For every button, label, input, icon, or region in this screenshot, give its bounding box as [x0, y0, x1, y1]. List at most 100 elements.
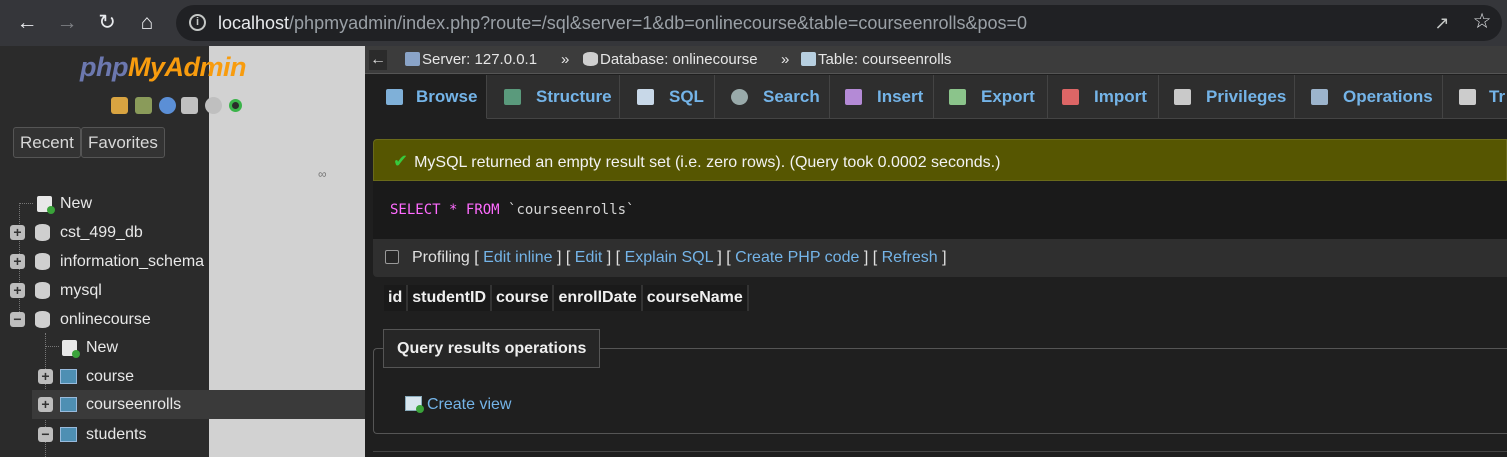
tab-tracking[interactable]: Tr: [1443, 75, 1507, 119]
expand-icon[interactable]: +: [38, 397, 53, 412]
sql-icon: [637, 89, 654, 105]
docs-icon[interactable]: [181, 97, 198, 114]
profiling-checkbox[interactable]: [385, 250, 399, 264]
home-icon[interactable]: ⌂: [132, 8, 162, 38]
tree-item-students[interactable]: − students: [36, 422, 209, 447]
sql-query-display[interactable]: SELECT * FROM `courseenrolls`: [373, 181, 1507, 239]
tree-item-label[interactable]: course: [86, 364, 134, 389]
database-icon: [35, 282, 50, 299]
expand-icon[interactable]: +: [38, 369, 53, 384]
breadcrumb-separator: »: [781, 51, 790, 68]
link-with-main-icon[interactable]: ∞: [318, 167, 327, 181]
share-icon[interactable]: ↗: [1431, 12, 1453, 34]
gear-icon[interactable]: [205, 97, 222, 114]
tab-search[interactable]: Search: [715, 75, 830, 119]
tree-item-label[interactable]: onlinecourse: [60, 307, 151, 332]
help-icon[interactable]: [159, 97, 176, 114]
tab-privileges[interactable]: Privileges: [1159, 75, 1295, 119]
tab-browse[interactable]: Browse: [373, 75, 487, 119]
tree-item-new-table[interactable]: New: [56, 335, 209, 360]
reload-icon[interactable]: ↻: [92, 8, 122, 38]
expand-icon[interactable]: +: [10, 225, 25, 240]
tree-item-label[interactable]: cst_499_db: [60, 220, 143, 245]
sql-keyword: *: [449, 202, 458, 218]
success-message: ✔ MySQL returned an empty result set (i.e…: [373, 139, 1507, 181]
breadcrumb-database[interactable]: Database: onlinecourse: [583, 51, 758, 68]
privileges-icon: [1174, 89, 1191, 105]
import-icon: [1062, 89, 1079, 105]
column-header-enrolldate[interactable]: enrollDate: [553, 285, 643, 311]
expand-icon[interactable]: +: [10, 254, 25, 269]
column-header-studentid[interactable]: studentID: [407, 285, 492, 311]
expand-icon[interactable]: +: [10, 283, 25, 298]
tree-item-mysql[interactable]: + mysql: [10, 278, 209, 303]
insert-icon: [845, 89, 862, 105]
profiling-label[interactable]: Profiling: [412, 249, 470, 266]
navigation-panel: phpMyAdmin Recent Favorites ∞ New + cst_…: [0, 46, 365, 457]
recent-button[interactable]: Recent: [13, 127, 81, 158]
tree-item-information-schema[interactable]: + information_schema: [10, 249, 209, 274]
edit-link[interactable]: Edit: [575, 249, 603, 266]
tree-item-cst-499-db[interactable]: + cst_499_db: [10, 220, 209, 245]
tab-export[interactable]: Export: [934, 75, 1048, 119]
new-db-icon: [37, 196, 55, 214]
tab-structure[interactable]: Structure: [487, 75, 620, 119]
back-arrow-icon[interactable]: ←: [12, 8, 42, 38]
tree-item-label[interactable]: students: [86, 422, 146, 447]
tab-insert[interactable]: Insert: [830, 75, 934, 119]
breadcrumb-table[interactable]: Table: courseenrolls: [801, 51, 951, 68]
column-header-coursename[interactable]: courseName: [641, 285, 749, 311]
column-header-course[interactable]: course: [491, 285, 555, 311]
breadcrumb-server[interactable]: Server: 127.0.0.1: [405, 51, 537, 68]
tree-item-label[interactable]: New: [86, 335, 118, 360]
tree-item-course[interactable]: + course: [36, 364, 209, 389]
forward-arrow-icon[interactable]: →: [52, 8, 82, 38]
main-panel: ← Server: 127.0.0.1 » Database: onlineco…: [365, 46, 1507, 457]
tree-item-onlinecourse[interactable]: − onlinecourse: [10, 307, 209, 332]
create-view-link[interactable]: Create view: [405, 396, 511, 414]
tab-import[interactable]: Import: [1048, 75, 1159, 119]
browser-toolbar: ← → ↻ ⌂ i localhost/phpmyadmin/index.php…: [0, 0, 1507, 46]
refresh-link[interactable]: Refresh: [882, 249, 938, 266]
bookmark-star-icon[interactable]: ☆: [1471, 11, 1493, 33]
address-bar[interactable]: i localhost/phpmyadmin/index.php?route=/…: [176, 5, 1502, 41]
reload-nav-icon[interactable]: [229, 99, 242, 112]
url-text[interactable]: localhost/phpmyadmin/index.php?route=/sq…: [218, 13, 1027, 34]
tree-item-label[interactable]: courseenrolls: [86, 390, 181, 419]
result-table-header: id studentID course enrollDate courseNam…: [384, 285, 749, 311]
tree-item-label[interactable]: information_schema: [60, 249, 204, 274]
breadcrumb-separator: »: [561, 51, 570, 68]
create-php-code-link[interactable]: Create PHP code: [735, 249, 859, 266]
table-icon: [60, 427, 77, 442]
search-icon: [731, 89, 748, 105]
favorites-button[interactable]: Favorites: [81, 127, 165, 158]
collapse-icon[interactable]: −: [10, 312, 25, 327]
sql-keyword: FROM: [465, 202, 500, 218]
query-options-bar: Profiling [ Edit inline ] [ Edit ] [ Exp…: [373, 239, 1507, 277]
sql-table-name: `courseenrolls`: [508, 202, 635, 218]
database-icon: [35, 253, 50, 270]
browse-icon: [386, 89, 403, 105]
structure-icon: [504, 89, 521, 105]
export-icon: [949, 89, 966, 105]
tree-item-new[interactable]: New: [30, 191, 209, 216]
column-header-id[interactable]: id: [384, 285, 409, 311]
phpmyadmin-logo[interactable]: phpMyAdmin: [80, 52, 246, 83]
explain-sql-link[interactable]: Explain SQL: [625, 249, 713, 266]
table-icon: [801, 52, 816, 66]
edit-inline-link[interactable]: Edit inline: [483, 249, 552, 266]
tab-operations[interactable]: Operations: [1295, 75, 1443, 119]
logout-icon[interactable]: [135, 97, 152, 114]
site-info-icon[interactable]: i: [189, 14, 206, 31]
collapse-icon[interactable]: −: [38, 427, 53, 442]
divider: [373, 451, 1507, 452]
collapse-nav-arrow-icon[interactable]: ←: [369, 50, 387, 70]
home-icon[interactable]: [111, 97, 128, 114]
database-icon: [35, 311, 50, 328]
tree-item-courseenrolls[interactable]: + courseenrolls: [32, 390, 365, 419]
tree-item-label[interactable]: New: [60, 191, 92, 216]
tree-item-label[interactable]: mysql: [60, 278, 102, 303]
breadcrumb: ← Server: 127.0.0.1 » Database: onlineco…: [365, 46, 1507, 74]
database-icon: [583, 52, 598, 66]
tab-sql[interactable]: SQL: [620, 75, 715, 119]
